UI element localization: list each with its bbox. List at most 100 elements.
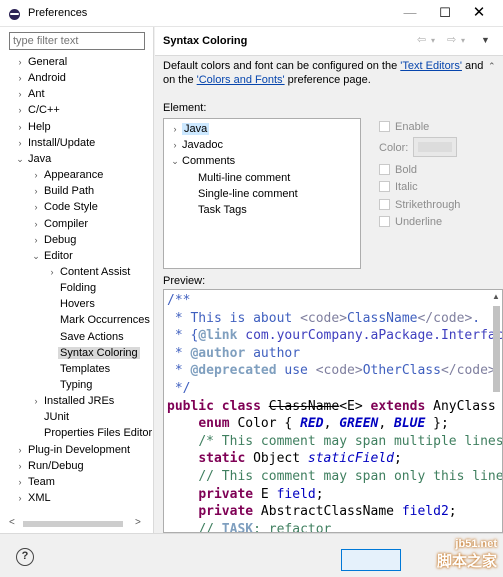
checkbox-box[interactable]: [379, 216, 390, 227]
sidebar-item[interactable]: Properties Files Editor: [30, 425, 153, 441]
element-item-label: Single-line comment: [198, 187, 298, 200]
sidebar-item[interactable]: › C/C++: [14, 102, 62, 118]
sidebar-item[interactable]: › Debug: [30, 232, 78, 248]
element-item[interactable]: › Javadoc: [168, 137, 223, 153]
chevron-right-icon[interactable]: ›: [30, 232, 42, 248]
sidebar-item[interactable]: › Ant: [14, 86, 47, 102]
element-tree[interactable]: › Java › Javadoc ⌄ Comments Multi-line comment…: [163, 118, 361, 269]
element-item[interactable]: Task Tags: [184, 202, 247, 218]
sidebar-item[interactable]: › Run/Debug: [14, 458, 86, 474]
sidebar-item[interactable]: › Compiler: [30, 216, 90, 232]
chevron-right-icon[interactable]: ›: [30, 393, 42, 409]
bold-checkbox[interactable]: Bold: [379, 164, 417, 178]
underline-checkbox[interactable]: Underline: [379, 216, 442, 230]
sidebar-item[interactable]: Mark Occurrences: [46, 312, 152, 328]
chevron-right-icon[interactable]: ›: [30, 216, 42, 232]
element-item[interactable]: ⌄ Comments: [168, 153, 235, 169]
strikethrough-checkbox[interactable]: Strikethrough: [379, 199, 460, 213]
chevron-right-icon[interactable]: ›: [14, 135, 26, 151]
element-item[interactable]: › Java: [168, 121, 210, 137]
dialog-button[interactable]: [341, 549, 401, 571]
chevron-right-icon[interactable]: ›: [46, 264, 58, 280]
sidebar-item[interactable]: › Build Path: [30, 183, 96, 199]
chevron-right-icon[interactable]: ›: [14, 490, 26, 506]
sidebar-item-label: Ant: [28, 88, 45, 101]
italic-checkbox[interactable]: Italic: [379, 181, 418, 195]
forward-icon[interactable]: ⇨: [447, 33, 456, 46]
chevron-right-icon[interactable]: ›: [14, 474, 26, 490]
scroll-up-icon[interactable]: ▲: [492, 292, 500, 301]
element-item[interactable]: Single-line comment: [184, 186, 298, 202]
chevron-down-icon[interactable]: ⌄: [30, 248, 42, 264]
chevron-right-icon[interactable]: ›: [30, 183, 42, 199]
sidebar-item[interactable]: › Content Assist: [46, 264, 132, 280]
close-icon[interactable]: ✕: [459, 0, 499, 27]
chevron-down-icon[interactable]: ⌄: [168, 153, 182, 169]
enable-checkbox[interactable]: Enable: [379, 121, 429, 135]
sidebar-item[interactable]: Hovers: [46, 296, 97, 312]
chevron-right-icon[interactable]: ›: [14, 54, 26, 70]
sidebar-item-label: Plug-in Development: [28, 443, 131, 456]
scroll-thumb[interactable]: [23, 521, 123, 527]
checkbox-box[interactable]: [379, 199, 390, 210]
checkbox-box[interactable]: [379, 181, 390, 192]
view-menu-icon[interactable]: ▼: [481, 35, 490, 45]
chevron-right-icon[interactable]: ›: [14, 102, 26, 118]
minimize-icon[interactable]: —: [390, 0, 430, 27]
page-description: Default colors and font can be configure…: [163, 59, 487, 87]
chevron-right-icon[interactable]: ›: [30, 199, 42, 215]
sidebar-item[interactable]: Syntax Coloring: [46, 345, 140, 361]
forward-dropdown-icon[interactable]: ▾: [461, 36, 465, 45]
checkbox-box[interactable]: [379, 121, 390, 132]
sidebar-item[interactable]: ⌄ Java: [14, 151, 53, 167]
help-icon[interactable]: ?: [16, 548, 34, 566]
sidebar-item[interactable]: Templates: [46, 361, 112, 377]
preferences-tree: › General › Android › Ant › C/C++ › Help › Install/…: [0, 54, 153, 514]
scroll-up-icon[interactable]: ⌃: [488, 61, 496, 72]
back-dropdown-icon[interactable]: ▾: [431, 36, 435, 45]
chevron-right-icon[interactable]: ›: [14, 458, 26, 474]
scroll-thumb[interactable]: [493, 306, 500, 392]
sidebar-item[interactable]: › Code Style: [30, 199, 100, 215]
sidebar-item[interactable]: JUnit: [30, 409, 71, 425]
chevron-right-icon[interactable]: ›: [14, 442, 26, 458]
sidebar-item[interactable]: › General: [14, 54, 69, 70]
scroll-right-icon[interactable]: >: [135, 517, 141, 528]
chevron-right-icon[interactable]: ›: [30, 167, 42, 183]
text-editors-link[interactable]: 'Text Editors': [400, 60, 462, 72]
sidebar-item[interactable]: › XML: [14, 490, 53, 506]
sidebar-item-label: Install/Update: [28, 136, 96, 149]
colors-and-fonts-link[interactable]: 'Colors and Fonts': [197, 74, 285, 86]
chevron-right-icon[interactable]: ›: [168, 137, 182, 153]
sidebar-item-label: Save Actions: [60, 330, 124, 343]
sidebar-item[interactable]: ⌄ Editor: [30, 248, 75, 264]
sidebar-item[interactable]: › Team: [14, 474, 57, 490]
preview-vertical-scrollbar[interactable]: ▲: [492, 292, 501, 532]
color-picker-button[interactable]: [413, 137, 457, 157]
chevron-right-icon[interactable]: ›: [14, 70, 26, 86]
code-preview[interactable]: /** * This is about <code>ClassName</cod…: [163, 289, 503, 533]
sidebar-item-label: Java: [28, 152, 52, 165]
sidebar-item[interactable]: › Install/Update: [14, 135, 97, 151]
back-icon[interactable]: ⇦: [417, 33, 426, 46]
color-label: Color:: [379, 142, 409, 154]
dialog-footer: ?: [0, 533, 503, 577]
checkbox-box[interactable]: [379, 164, 390, 175]
chevron-right-icon[interactable]: ›: [14, 86, 26, 102]
description-text: Default colors and font can be configure…: [163, 60, 401, 72]
sidebar-horizontal-scrollbar[interactable]: < >: [9, 517, 145, 529]
sidebar-item[interactable]: › Plug-in Development: [14, 442, 132, 458]
sidebar-item[interactable]: › Android: [14, 70, 68, 86]
sidebar-item[interactable]: › Help: [14, 119, 53, 135]
element-item[interactable]: Multi-line comment: [184, 170, 290, 186]
sidebar-item[interactable]: Typing: [46, 377, 94, 393]
sidebar-item[interactable]: › Appearance: [30, 167, 105, 183]
chevron-right-icon[interactable]: ›: [14, 119, 26, 135]
sidebar-item[interactable]: Folding: [46, 280, 98, 296]
filter-input[interactable]: [9, 32, 145, 50]
chevron-down-icon[interactable]: ⌄: [14, 151, 26, 167]
sidebar-item[interactable]: Save Actions: [46, 329, 126, 345]
scroll-left-icon[interactable]: <: [9, 517, 15, 528]
chevron-right-icon[interactable]: ›: [168, 121, 182, 137]
sidebar-item[interactable]: › Installed JREs: [30, 393, 116, 409]
